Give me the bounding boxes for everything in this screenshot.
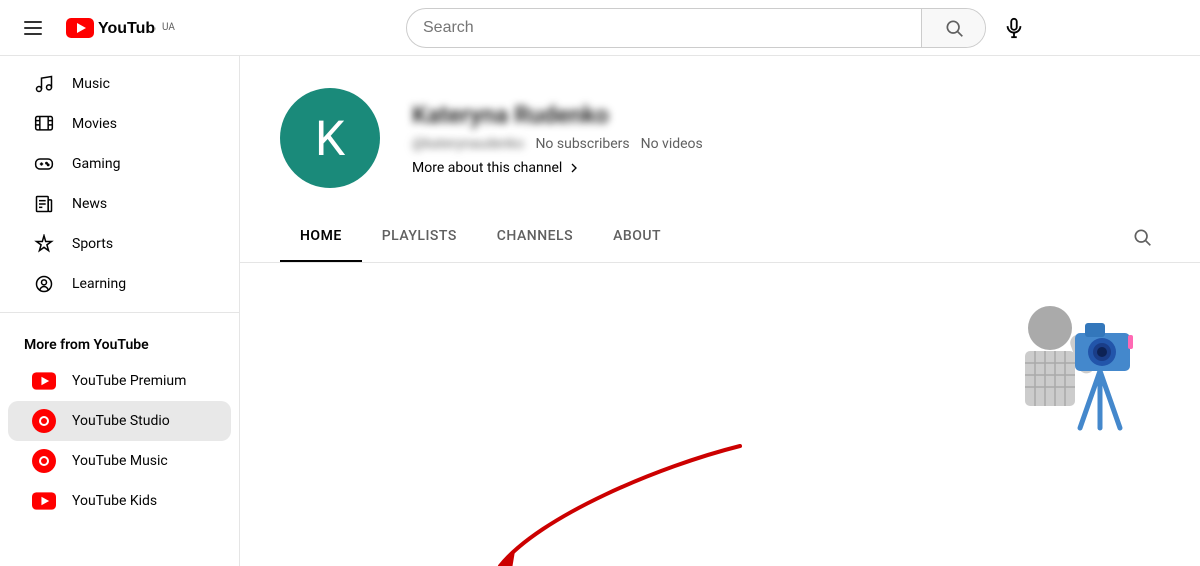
mic-icon xyxy=(1003,17,1025,39)
menu-button[interactable] xyxy=(16,13,50,43)
sidebar-item-gaming[interactable]: Gaming xyxy=(8,144,231,184)
search-input[interactable] xyxy=(407,19,921,37)
tab-playlists[interactable]: PLAYLISTS xyxy=(362,212,477,262)
sidebar-label-youtube-premium: YouTube Premium xyxy=(72,373,186,389)
sidebar-label-youtube-music: YouTube Music xyxy=(72,453,168,469)
sidebar-item-news[interactable]: News xyxy=(8,184,231,224)
learning-icon xyxy=(32,272,56,296)
search-icon xyxy=(944,18,964,38)
yt-studio-icon xyxy=(32,409,56,433)
chevron-right-icon xyxy=(566,160,582,176)
hamburger-icon xyxy=(24,21,42,35)
sidebar: Music Movies Gaming xyxy=(0,56,240,566)
sidebar-item-sports[interactable]: Sports xyxy=(8,224,231,264)
tab-channels[interactable]: CHANNELS xyxy=(477,212,593,262)
news-icon xyxy=(32,192,56,216)
channel-search-button[interactable] xyxy=(1124,219,1160,255)
channel-more-link[interactable]: More about this channel xyxy=(412,160,1160,176)
main-content: K Kateryna Rudenko @katerynaudenko No su… xyxy=(240,56,1200,566)
channel-header: K Kateryna Rudenko @katerynaudenko No su… xyxy=(240,56,1200,212)
sports-icon xyxy=(32,232,56,256)
sidebar-item-movies[interactable]: Movies xyxy=(8,104,231,144)
header-left: YouTube UA xyxy=(16,13,256,43)
search-bar xyxy=(406,8,986,48)
yt-music-icon xyxy=(32,449,56,473)
header: YouTube UA xyxy=(0,0,1200,56)
channel-avatar: K xyxy=(280,88,380,188)
layout: Music Movies Gaming xyxy=(0,56,1200,566)
channels-content xyxy=(240,263,1200,483)
sidebar-label-youtube-kids: YouTube Kids xyxy=(72,493,157,509)
svg-text:YouTube: YouTube xyxy=(98,20,156,37)
movies-icon xyxy=(32,112,56,136)
channels-illustration xyxy=(980,283,1140,443)
sidebar-item-youtube-premium[interactable]: YouTube Premium xyxy=(8,361,231,401)
gaming-icon xyxy=(32,152,56,176)
search-button[interactable] xyxy=(921,8,985,48)
avatar-letter: K xyxy=(315,110,345,167)
channel-handle: @katerynaudenko xyxy=(412,136,524,152)
channel-name: Kateryna Rudenko xyxy=(412,101,1160,129)
sidebar-item-music[interactable]: Music xyxy=(8,64,231,104)
sidebar-item-youtube-kids[interactable]: YouTube Kids xyxy=(8,481,231,521)
yt-premium-icon xyxy=(32,369,56,393)
mic-button[interactable] xyxy=(994,8,1034,48)
channel-tabs: HOME PLAYLISTS CHANNELS ABOUT xyxy=(240,212,1200,263)
subscribers-count: No subscribers xyxy=(535,136,629,152)
youtube-logo[interactable]: YouTube UA xyxy=(66,18,175,38)
tab-about[interactable]: ABOUT xyxy=(593,212,681,262)
channel-more-text: More about this channel xyxy=(412,160,562,176)
channel-meta: @katerynaudenko No subscribers No videos xyxy=(412,133,1160,152)
music-icon xyxy=(32,72,56,96)
channel-stats: No subscribers No videos xyxy=(528,136,703,152)
sidebar-item-youtube-music[interactable]: YouTube Music xyxy=(8,441,231,481)
logo-country: UA xyxy=(162,22,175,33)
sidebar-item-learning[interactable]: Learning xyxy=(8,264,231,304)
sidebar-label-youtube-studio: YouTube Studio xyxy=(72,413,170,429)
sidebar-item-youtube-studio[interactable]: YouTube Studio xyxy=(8,401,231,441)
tab-home[interactable]: HOME xyxy=(280,212,362,262)
channel-info: Kateryna Rudenko @katerynaudenko No subs… xyxy=(412,101,1160,176)
sidebar-divider xyxy=(0,312,239,313)
videos-count: No videos xyxy=(641,136,703,152)
sidebar-label-movies: Movies xyxy=(72,116,117,132)
sidebar-label-news: News xyxy=(72,196,107,212)
header-center xyxy=(256,8,1184,48)
yt-kids-icon xyxy=(32,489,56,513)
sidebar-label-music: Music xyxy=(72,76,110,92)
sidebar-label-sports: Sports xyxy=(72,236,113,252)
search-icon xyxy=(1132,227,1152,247)
sidebar-label-gaming: Gaming xyxy=(72,156,120,172)
more-from-youtube-title: More from YouTube xyxy=(0,321,239,361)
sidebar-label-learning: Learning xyxy=(72,276,126,292)
youtube-logo-icon: YouTube xyxy=(66,18,156,38)
